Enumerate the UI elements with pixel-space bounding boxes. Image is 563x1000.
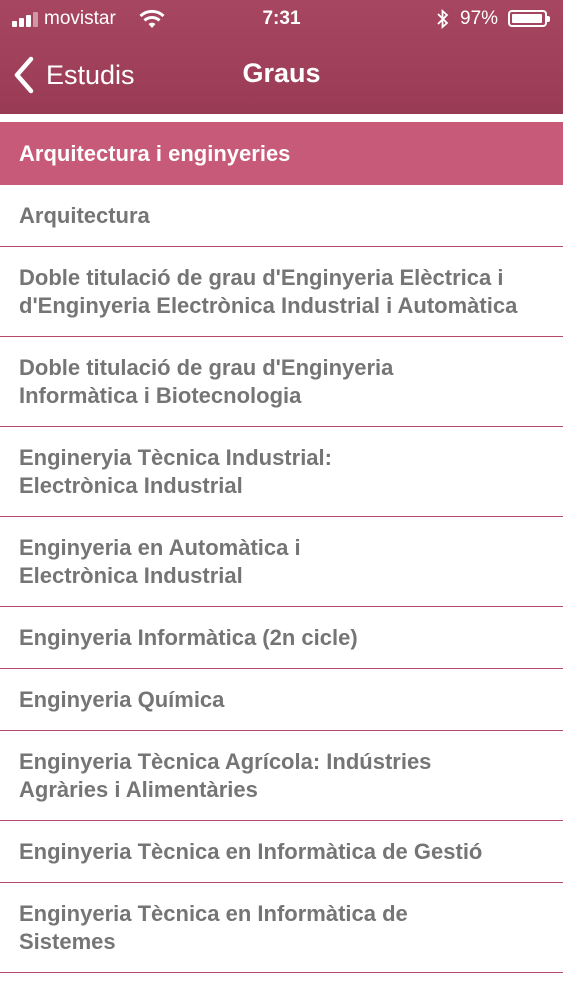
battery-percentage: 97% bbox=[460, 8, 499, 29]
list-item[interactable]: Doble titulació de grau d'Enginyeria Inf… bbox=[0, 337, 563, 427]
list-item[interactable]: Enginyeria Tècnica en Informàtica de Ges… bbox=[0, 821, 563, 883]
list-item[interactable]: Arquitectura bbox=[0, 185, 563, 247]
battery-icon bbox=[508, 10, 550, 27]
list-item[interactable]: Doble titulació de grau d'Enginyeria Elè… bbox=[0, 247, 563, 337]
list-item-label: Arquitectura bbox=[19, 203, 150, 228]
list-item-label: Enginyeria Tècnica en Informàtica de Ges… bbox=[19, 839, 483, 864]
list-item-label: Enginyeria Tècnica en Informàtica de Sis… bbox=[19, 901, 408, 954]
bluetooth-icon bbox=[437, 9, 449, 29]
page-title: Graus bbox=[242, 58, 321, 88]
battery-level bbox=[512, 14, 543, 23]
list-item-label: Enginyeria en Automàtica i Electrònica I… bbox=[19, 535, 301, 588]
list-item[interactable]: Enginyeria Informàtica (2n cicle) bbox=[0, 607, 563, 669]
list-item[interactable]: Enginyeria Tècnica en Informàtica de Sis… bbox=[0, 883, 563, 973]
navigation-bar: movistar 7:31 97% Estudis Graus bbox=[0, 0, 563, 114]
status-bar: movistar 7:31 97% bbox=[0, 0, 563, 40]
list-item-label: Enginyeria Química bbox=[19, 687, 225, 712]
list-item-label: Doble titulació de grau d'Enginyeria Inf… bbox=[19, 355, 394, 408]
list-item[interactable]: Engineryia Tècnica Industrial: Electròni… bbox=[0, 427, 563, 517]
list-item-label: Doble titulació de grau d'Enginyeria Elè… bbox=[19, 265, 518, 318]
list-item[interactable]: Enginyeria Química bbox=[0, 669, 563, 731]
section-header: Arquitectura i enginyeries bbox=[0, 122, 563, 185]
list-item-label: Enginyeria Tècnica Agrícola: Indústries … bbox=[19, 749, 432, 802]
list-item-label: Engineryia Tècnica Industrial: Electròni… bbox=[19, 445, 332, 498]
degree-list: Arquitectura i enginyeries Arquitectura … bbox=[0, 122, 563, 973]
list-item[interactable]: Enginyeria Tècnica Agrícola: Indústries … bbox=[0, 731, 563, 821]
list-item-label: Enginyeria Informàtica (2n cicle) bbox=[19, 625, 358, 650]
list-item[interactable]: Enginyeria en Automàtica i Electrònica I… bbox=[0, 517, 563, 607]
